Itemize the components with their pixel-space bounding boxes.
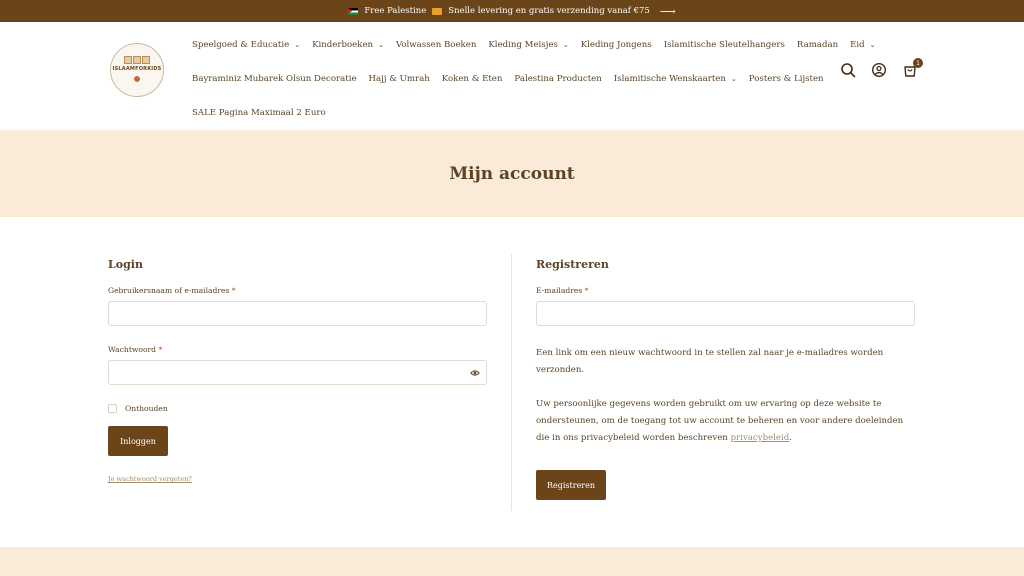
main-nav-row-2: Bayraminiz Mubarek Olsun Decoratie Hajj &… (192, 74, 836, 84)
site-header: ISLAAMFORKIDS Speelgoed & Educatie ⌄ Kinde… (0, 22, 1024, 130)
nav-item[interactable]: Posters & Lijsten (749, 74, 824, 84)
cart-count-badge: 1 (913, 58, 923, 68)
privacy-policy-link[interactable]: privacybeleid (731, 433, 790, 443)
forgot-password-link[interactable]: Je wachtwoord vergeten? (108, 475, 487, 483)
arrow-right-icon[interactable]: ⟶ (660, 5, 676, 18)
login-button[interactable]: Inloggen (108, 426, 168, 456)
announcement-text-before: Free Palestine (364, 6, 427, 16)
search-icon[interactable] (840, 62, 856, 78)
nav-item[interactable]: SALE Pagina Maximaal 2 Euro (192, 108, 326, 118)
nav-item[interactable]: Kleding Jongens (581, 40, 652, 50)
nav-item[interactable]: Islamitische Wenskaarten ⌄ (614, 74, 737, 84)
header-actions: 1 (840, 58, 923, 78)
nav-item-label: Koken & Eten (441, 74, 503, 84)
register-form: Registreren E-mailadres * Een link om ee… (536, 258, 915, 500)
nav-item[interactable]: Koken & Eten (442, 74, 503, 84)
remember-label: Onthouden (125, 404, 168, 413)
nav-item[interactable]: Islamitische Sleutelhangers (664, 40, 785, 50)
login-form: Login Gebruikersnaam of e-mailadres * Wa… (108, 258, 487, 483)
remember-checkbox[interactable] (108, 404, 117, 413)
account-icon[interactable] (871, 62, 887, 78)
nav-item-label: Speelgoed & Educatie (192, 40, 290, 50)
logo-blocks (124, 56, 150, 64)
username-input[interactable] (108, 301, 487, 326)
required-marker: * (158, 345, 163, 354)
username-label: Gebruikersnaam of e-mailadres * (108, 286, 236, 295)
nav-item-label: Ramadan (796, 40, 839, 50)
truck-icon (432, 7, 443, 15)
nav-item[interactable]: Eid ⌄ (850, 40, 875, 50)
nav-item[interactable]: Volwassen Boeken (396, 40, 476, 50)
nav-item[interactable]: Ramadan (797, 40, 838, 50)
logo-text: ISLAAMFORKIDS (112, 66, 162, 72)
logo-figure (129, 74, 145, 84)
register-button[interactable]: Registreren (536, 470, 606, 500)
remember-me: Onthouden (108, 404, 487, 413)
account-content: Login Gebruikersnaam of e-mailadres * Wa… (0, 217, 1024, 547)
footer-band (0, 547, 1024, 576)
nav-item-label: SALE Pagina Maximaal 2 Euro (192, 108, 326, 118)
palestine-flag-icon (348, 7, 359, 15)
nav-item[interactable]: Hajj & Umrah (369, 74, 430, 84)
login-title: Login (108, 258, 143, 271)
chevron-down-icon: ⌄ (378, 41, 384, 49)
register-title: Registreren (536, 258, 609, 271)
nav-item-label: Bayraminiz Mubarek Olsun Decoratie (192, 74, 357, 84)
nav-item-label: Kleding Jongens (580, 40, 652, 50)
password-label: Wachtwoord * (108, 345, 163, 354)
privacy-text: Uw persoonlijke gegevens worden gebruikt… (536, 399, 904, 443)
nav-item-label: Islamitische Sleutelhangers (663, 40, 785, 50)
page-hero: Mijn account (0, 130, 1024, 217)
nav-item-label: Volwassen Boeken (395, 40, 477, 50)
nav-item-label: Eid (850, 40, 865, 50)
show-password-icon[interactable] (470, 368, 480, 378)
nav-item-label: Palestina Producten (514, 74, 602, 84)
password-info-text: Een link om een nieuw wachtwoord in te s… (536, 348, 884, 375)
site-logo[interactable]: ISLAAMFORKIDS (110, 43, 164, 97)
nav-item[interactable]: Kleding Meisjes ⌄ (488, 40, 568, 50)
chevron-down-icon: ⌄ (562, 41, 569, 49)
nav-item-label: Hajj & Umrah (368, 74, 430, 84)
email-input[interactable] (536, 301, 915, 326)
main-nav-row-3: SALE Pagina Maximaal 2 Euro (192, 108, 338, 118)
email-label: E-mailadres * (536, 286, 589, 295)
nav-item-label: Posters & Lijsten (748, 74, 824, 84)
chevron-down-icon: ⌄ (730, 75, 737, 83)
announcement-text-after: Snelle levering en gratis verzending van… (448, 6, 650, 16)
nav-item[interactable]: Palestina Producten (514, 74, 601, 84)
cart-icon[interactable]: 1 (902, 58, 923, 78)
nav-item[interactable]: Speelgoed & Educatie ⌄ (192, 40, 300, 50)
page-title: Mijn account (449, 163, 575, 184)
password-input[interactable] (108, 360, 487, 385)
nav-item-label: Islamitische Wenskaarten (613, 74, 726, 84)
nav-item[interactable]: Kinderboeken ⌄ (312, 40, 384, 50)
nav-item[interactable]: Bayraminiz Mubarek Olsun Decoratie (192, 74, 357, 84)
nav-item-label: Kinderboeken (312, 40, 374, 50)
chevron-down-icon: ⌄ (869, 41, 876, 49)
required-marker: * (231, 286, 236, 295)
chevron-down-icon: ⌄ (294, 41, 301, 49)
main-nav-row-1: Speelgoed & Educatie ⌄ Kinderboeken ⌄ Volwas… (192, 40, 888, 50)
required-marker: * (584, 286, 589, 295)
announcement-bar: Free Palestine Snelle levering en gratis… (0, 0, 1024, 22)
nav-item-label: Kleding Meisjes (488, 40, 558, 50)
column-divider (511, 254, 512, 511)
